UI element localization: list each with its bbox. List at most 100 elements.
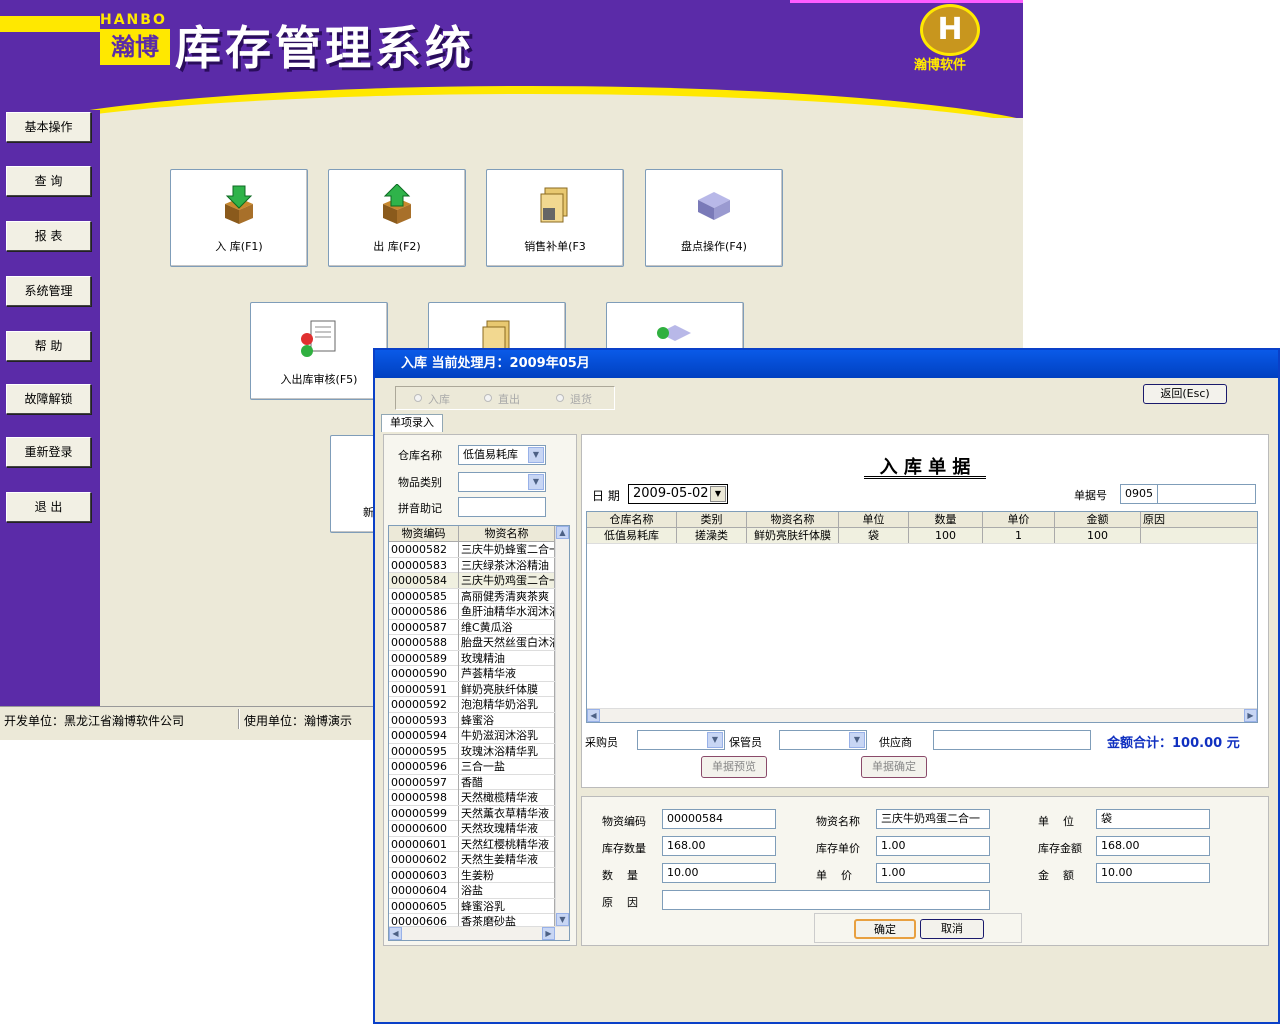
col-unit[interactable]: 单位 <box>839 512 909 527</box>
list-item[interactable]: 00000585 高丽健秀清爽茶爽 <box>389 588 555 604</box>
cancel-button[interactable]: 取消 <box>920 919 984 939</box>
stock-qty-input[interactable]: 168.00 <box>662 836 776 856</box>
ok-button[interactable]: 确定 <box>854 919 916 939</box>
list-item-code: 00000592 <box>389 697 459 712</box>
radio-return-label: 退货 <box>570 393 592 406</box>
sales-supplement-button[interactable]: 销售补单(F3 <box>486 169 624 267</box>
sidebar-item-unlock[interactable]: 故障解锁 <box>6 384 91 414</box>
col-code[interactable]: 物资编码 <box>389 526 459 541</box>
warehouse-select[interactable]: 低值易耗库 ▼ <box>458 445 546 465</box>
keeper-select[interactable]: ▼ <box>779 730 867 750</box>
supplier-input[interactable] <box>933 730 1091 750</box>
radio-stock-in-label: 入库 <box>428 393 450 406</box>
list-item[interactable]: 00000584 三庆牛奶鸡蛋二合一 <box>389 573 555 589</box>
cell-price: 1 <box>983 528 1055 543</box>
list-item[interactable]: 00000602 天然生姜精华液 <box>389 852 555 868</box>
date-picker[interactable]: 2009-05-02 ▼ <box>628 484 728 504</box>
scroll-right-icon[interactable]: ▶ <box>542 927 555 940</box>
inventory-check-button[interactable]: 盘点操作(F4) <box>645 169 783 267</box>
tab-single-entry[interactable]: 单项录入 <box>381 414 443 432</box>
sidebar-item-exit[interactable]: 退 出 <box>6 492 91 522</box>
col-amount[interactable]: 金额 <box>1055 512 1141 527</box>
scroll-right-icon[interactable]: ▶ <box>1244 709 1257 722</box>
stock-in-button[interactable]: 入 库(F1) <box>170 169 308 267</box>
col-category[interactable]: 类别 <box>677 512 747 527</box>
list-item[interactable]: 00000586 鱼肝油精华水润沐浴 <box>389 604 555 620</box>
sidebar-item-system[interactable]: 系统管理 <box>6 276 91 306</box>
list-item[interactable]: 00000603 生姜粉 <box>389 867 555 883</box>
qty-input[interactable]: 10.00 <box>662 863 776 883</box>
list-item[interactable]: 00000582 三庆牛奶蜂蜜二合一 <box>389 542 555 558</box>
reason-input[interactable] <box>662 890 990 910</box>
list-item[interactable]: 00000597 香醋 <box>389 774 555 790</box>
inventory-check-label: 盘点操作(F4) <box>681 240 747 253</box>
preview-button[interactable]: 单据预览 <box>701 756 767 778</box>
col-warehouse[interactable]: 仓库名称 <box>587 512 677 527</box>
col-price[interactable]: 单价 <box>983 512 1055 527</box>
stock-amount-input[interactable]: 168.00 <box>1096 836 1210 856</box>
confirm-doc-button[interactable]: 单据确定 <box>861 756 927 778</box>
category-select[interactable]: ▼ <box>458 472 546 492</box>
stock-price-input[interactable]: 1.00 <box>876 836 990 856</box>
table-row[interactable]: 低值易耗库 搓澡类 鲜奶亮肤纤体膜 袋 100 1 100 <box>587 528 1257 544</box>
list-item[interactable]: 00000605 蜂蜜浴乳 <box>389 898 555 914</box>
qty-label: 数 量 <box>602 869 638 882</box>
audit-button[interactable]: 入出库审核(F5) <box>250 302 388 400</box>
filter-panel: 仓库名称 低值易耗库 ▼ 物品类别 ▼ 拼音助记 物资编码 物资名称 000005… <box>383 434 577 946</box>
code-input[interactable]: 00000584 <box>662 809 776 829</box>
list-item[interactable]: 00000598 天然橄榄精华液 <box>389 790 555 806</box>
user-info: 使用单位：瀚博演示 <box>244 714 353 728</box>
list-item-code: 00000603 <box>389 867 459 883</box>
sidebar-item-reports[interactable]: 报 表 <box>6 221 91 251</box>
list-item-code: 00000598 <box>389 790 459 805</box>
scroll-left-icon[interactable]: ◀ <box>389 927 402 940</box>
doc-horizontal-scrollbar[interactable]: ◀ ▶ <box>587 708 1257 722</box>
list-item[interactable]: 00000599 天然薰衣草精华液 <box>389 805 555 821</box>
col-material[interactable]: 物资名称 <box>747 512 839 527</box>
list-item-name: 三庆牛奶鸡蛋二合一 <box>461 573 555 588</box>
sales-supplement-label: 销售补单(F3 <box>524 240 586 253</box>
list-item[interactable]: 00000595 玫瑰沐浴精华乳 <box>389 743 555 759</box>
sidebar-item-basic-ops[interactable]: 基本操作 <box>6 112 91 142</box>
list-item[interactable]: 00000588 胎盘天然丝蛋白沐浴 <box>389 635 555 651</box>
list-item[interactable]: 00000601 天然红樱桃精华液 <box>389 836 555 852</box>
list-item[interactable]: 00000590 芦荟精华液 <box>389 666 555 682</box>
list-item[interactable]: 00000596 三合一盐 <box>389 759 555 775</box>
list-item[interactable]: 00000593 蜂蜜浴 <box>389 712 555 728</box>
list-horizontal-scrollbar[interactable]: ◀ ▶ <box>389 926 569 940</box>
list-item[interactable]: 00000589 玫瑰精油 <box>389 650 555 666</box>
docno-input[interactable]: 0905 <box>1120 484 1256 504</box>
app-title: 库存管理系统 <box>175 21 475 75</box>
scroll-left-icon[interactable]: ◀ <box>587 709 600 722</box>
price-input[interactable]: 1.00 <box>876 863 990 883</box>
list-item[interactable]: 00000594 牛奶滋润沐浴乳 <box>389 728 555 744</box>
sidebar-item-help[interactable]: 帮 助 <box>6 331 91 361</box>
list-vertical-scrollbar[interactable]: ▲ ▼ <box>555 526 569 926</box>
name-input[interactable]: 三庆牛奶鸡蛋二合一 <box>876 809 990 829</box>
col-name[interactable]: 物资名称 <box>459 526 555 541</box>
radio-direct-out[interactable] <box>484 394 492 402</box>
sidebar-item-relogin[interactable]: 重新登录 <box>6 437 91 467</box>
list-item[interactable]: 00000592 泡泡精华奶浴乳 <box>389 697 555 713</box>
buyer-select[interactable]: ▼ <box>637 730 725 750</box>
unit-input[interactable]: 袋 <box>1096 809 1210 829</box>
list-item[interactable]: 00000604 浴盐 <box>389 883 555 899</box>
list-item[interactable]: 00000600 天然玫瑰精华液 <box>389 821 555 837</box>
radio-return[interactable] <box>556 394 564 402</box>
col-qty[interactable]: 数量 <box>909 512 983 527</box>
stock-out-label: 出 库(F2) <box>373 240 421 253</box>
sidebar-item-query[interactable]: 查 询 <box>6 166 91 196</box>
list-item[interactable]: 00000591 鲜奶亮肤纤体膜 <box>389 681 555 697</box>
col-reason[interactable]: 原因 <box>1141 512 1257 527</box>
list-item[interactable]: 00000587 维C黄瓜浴 <box>389 619 555 635</box>
radio-stock-in[interactable] <box>414 394 422 402</box>
list-item[interactable]: 00000583 三庆绿茶沐浴精油 <box>389 557 555 573</box>
scroll-down-icon[interactable]: ▼ <box>556 913 569 926</box>
pinyin-input[interactable] <box>458 497 546 517</box>
return-button[interactable]: 返回(Esc) <box>1143 384 1227 404</box>
stock-out-button[interactable]: 出 库(F2) <box>328 169 466 267</box>
scroll-up-icon[interactable]: ▲ <box>556 526 569 539</box>
stock-in-dialog: 入库 当前处理月：2009年05月 入库 直出 退货 返回(Esc) 单项录入 … <box>373 348 1280 1024</box>
amount-input[interactable]: 10.00 <box>1096 863 1210 883</box>
banner-wave <box>0 86 1023 118</box>
